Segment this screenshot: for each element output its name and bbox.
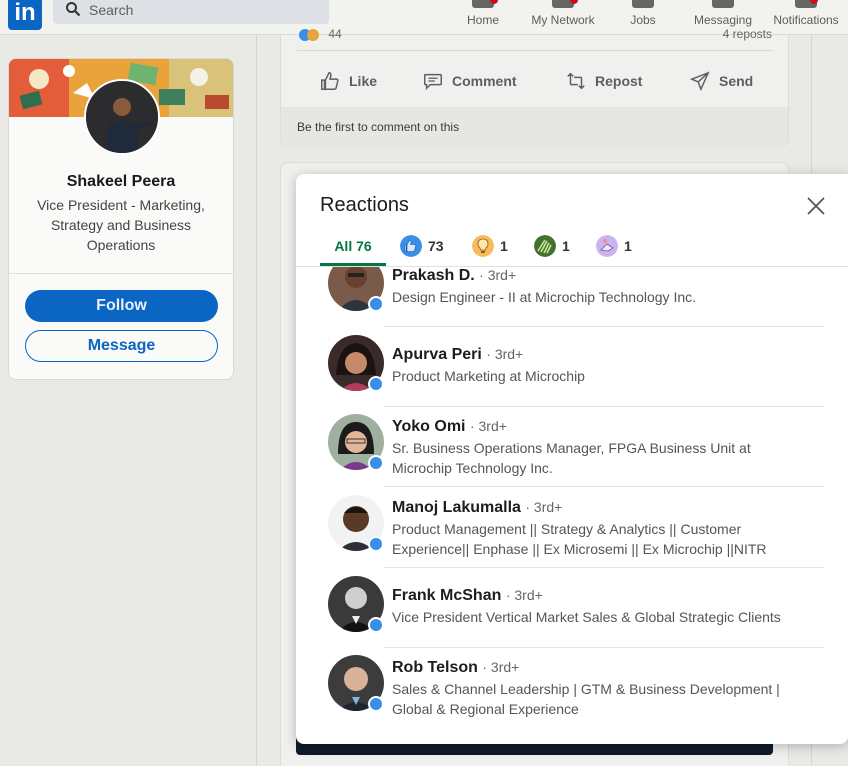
action-label: Send (719, 73, 754, 89)
comment-prompt-bar: Be the first to comment on this (281, 107, 788, 147)
connection-degree: · 3rd+ (525, 499, 563, 515)
nav-home[interactable]: Home (458, 0, 508, 35)
reactor-name[interactable]: Prakash D. · 3rd+ (392, 267, 516, 285)
action-label: Comment (452, 73, 517, 89)
divider (384, 567, 824, 568)
tab-celebrate[interactable]: 1 (596, 226, 632, 266)
connection-degree: · 3rd+ (469, 418, 507, 434)
reposts-count[interactable]: 4 reposts (723, 27, 772, 41)
action-label: Like (349, 73, 378, 89)
like-badge-icon (368, 696, 384, 712)
reaction-tabs: All 76 73 1 1 1 (320, 226, 848, 266)
reactor-name[interactable]: Yoko Omi · 3rd+ (392, 418, 507, 436)
connection-degree: · 3rd+ (486, 346, 524, 362)
like-badge-icon (368, 617, 384, 633)
nav-label: Notifications (773, 13, 839, 27)
nav-label: Messaging (693, 13, 753, 27)
tab-label: 73 (428, 238, 444, 254)
nav-notifications[interactable]: Notifications (764, 0, 848, 35)
like-icon (400, 235, 422, 257)
divider (384, 406, 824, 407)
like-badge-icon (368, 376, 384, 392)
reaction-count: 44 (328, 27, 342, 41)
nav-label: Home (466, 13, 499, 27)
feed-post: 44 4 reposts Like Comment Repost Send Be… (280, 27, 789, 147)
reactor-headline: Design Engineer - II at Microchip Techno… (392, 289, 697, 305)
linkedin-logo[interactable]: in (8, 0, 42, 30)
connection-degree: · 3rd+ (479, 267, 517, 283)
search-input[interactable] (89, 0, 319, 20)
repost-button[interactable]: Repost (565, 69, 642, 93)
reactor-name[interactable]: Apurva Peri · 3rd+ (392, 346, 523, 364)
top-nav: in Home My Network Jobs Messaging Notifi… (0, 0, 848, 35)
action-label: Repost (595, 73, 643, 89)
profile-card: Shakeel Peera Vice President - Marketing… (8, 58, 234, 380)
divider (384, 486, 824, 487)
like-button[interactable]: Like (319, 69, 377, 93)
reactor-headline: Sr. Business Operations Manager, FPGA Bu… (392, 440, 751, 476)
divider (297, 50, 773, 51)
nav-label: Jobs (630, 13, 656, 27)
comment-button[interactable]: Comment (422, 69, 517, 93)
tab-label: All 76 (334, 238, 372, 254)
comment-prompt: Be the first to comment on this (297, 120, 460, 134)
messaging-icon (712, 0, 734, 8)
reactor-headline: Product Marketing at Microchip (392, 368, 585, 384)
notification-dot (490, 0, 498, 4)
profile-headline: Vice President - Marketing, Strategy and… (37, 197, 205, 253)
nav-jobs[interactable]: Jobs (620, 0, 666, 35)
search-icon (66, 2, 81, 17)
comment-icon (424, 73, 442, 91)
reaction-icons (299, 28, 325, 41)
like-badge-icon (368, 536, 384, 552)
thumbs-up-icon (321, 72, 339, 90)
like-badge-icon (368, 455, 384, 471)
repost-icon (567, 72, 585, 90)
support-icon (534, 235, 556, 257)
modal-title: Reactions (320, 194, 409, 216)
tab-insightful[interactable]: 1 (472, 226, 508, 266)
column-divider (256, 35, 257, 766)
reactor-name[interactable]: Frank McShan · 3rd+ (392, 587, 543, 605)
send-icon (689, 71, 710, 92)
tab-like[interactable]: 73 (400, 226, 444, 266)
reactions-modal: Reactions All 76 73 1 1 1 Prakash D. · 3… (296, 174, 848, 744)
nav-my-network[interactable]: My Network (522, 0, 604, 35)
tab-label: 1 (624, 238, 632, 254)
profile-avatar[interactable] (84, 79, 160, 155)
message-button[interactable]: Message (25, 330, 218, 362)
briefcase-icon (632, 0, 654, 8)
close-icon[interactable] (804, 194, 828, 218)
divider (384, 647, 824, 648)
tab-label: 1 (500, 238, 508, 254)
follow-button[interactable]: Follow (25, 290, 218, 322)
divider (384, 326, 824, 327)
celebrate-icon (596, 235, 618, 257)
reactor-list: Prakash D. · 3rd+ Design Engineer - II a… (296, 267, 848, 744)
tab-support[interactable]: 1 (534, 226, 570, 266)
nav-label: My Network (531, 13, 595, 27)
reactor-name[interactable]: Rob Telson · 3rd+ (392, 659, 519, 677)
reactor-headline: Vice President Vertical Market Sales & G… (392, 609, 781, 625)
connection-degree: · 3rd+ (505, 587, 543, 603)
notification-dot (570, 0, 578, 4)
profile-name[interactable]: Shakeel Peera (9, 173, 233, 191)
reactor-headline: Sales & Channel Leadership | GTM & Busin… (392, 681, 780, 717)
send-button[interactable]: Send (689, 69, 753, 93)
reactor-headline: Product Management || Strategy & Analyti… (392, 521, 767, 557)
insightful-icon (472, 235, 494, 257)
tab-all[interactable]: All 76 (320, 226, 386, 266)
connection-degree: · 3rd+ (482, 659, 520, 675)
tab-label: 1 (562, 238, 570, 254)
reactor-name[interactable]: Manoj Lakumalla · 3rd+ (392, 499, 562, 517)
search-box[interactable] (53, 0, 329, 24)
divider (9, 273, 233, 274)
like-badge-icon (368, 296, 384, 312)
reaction-summary[interactable]: 44 (299, 27, 342, 41)
